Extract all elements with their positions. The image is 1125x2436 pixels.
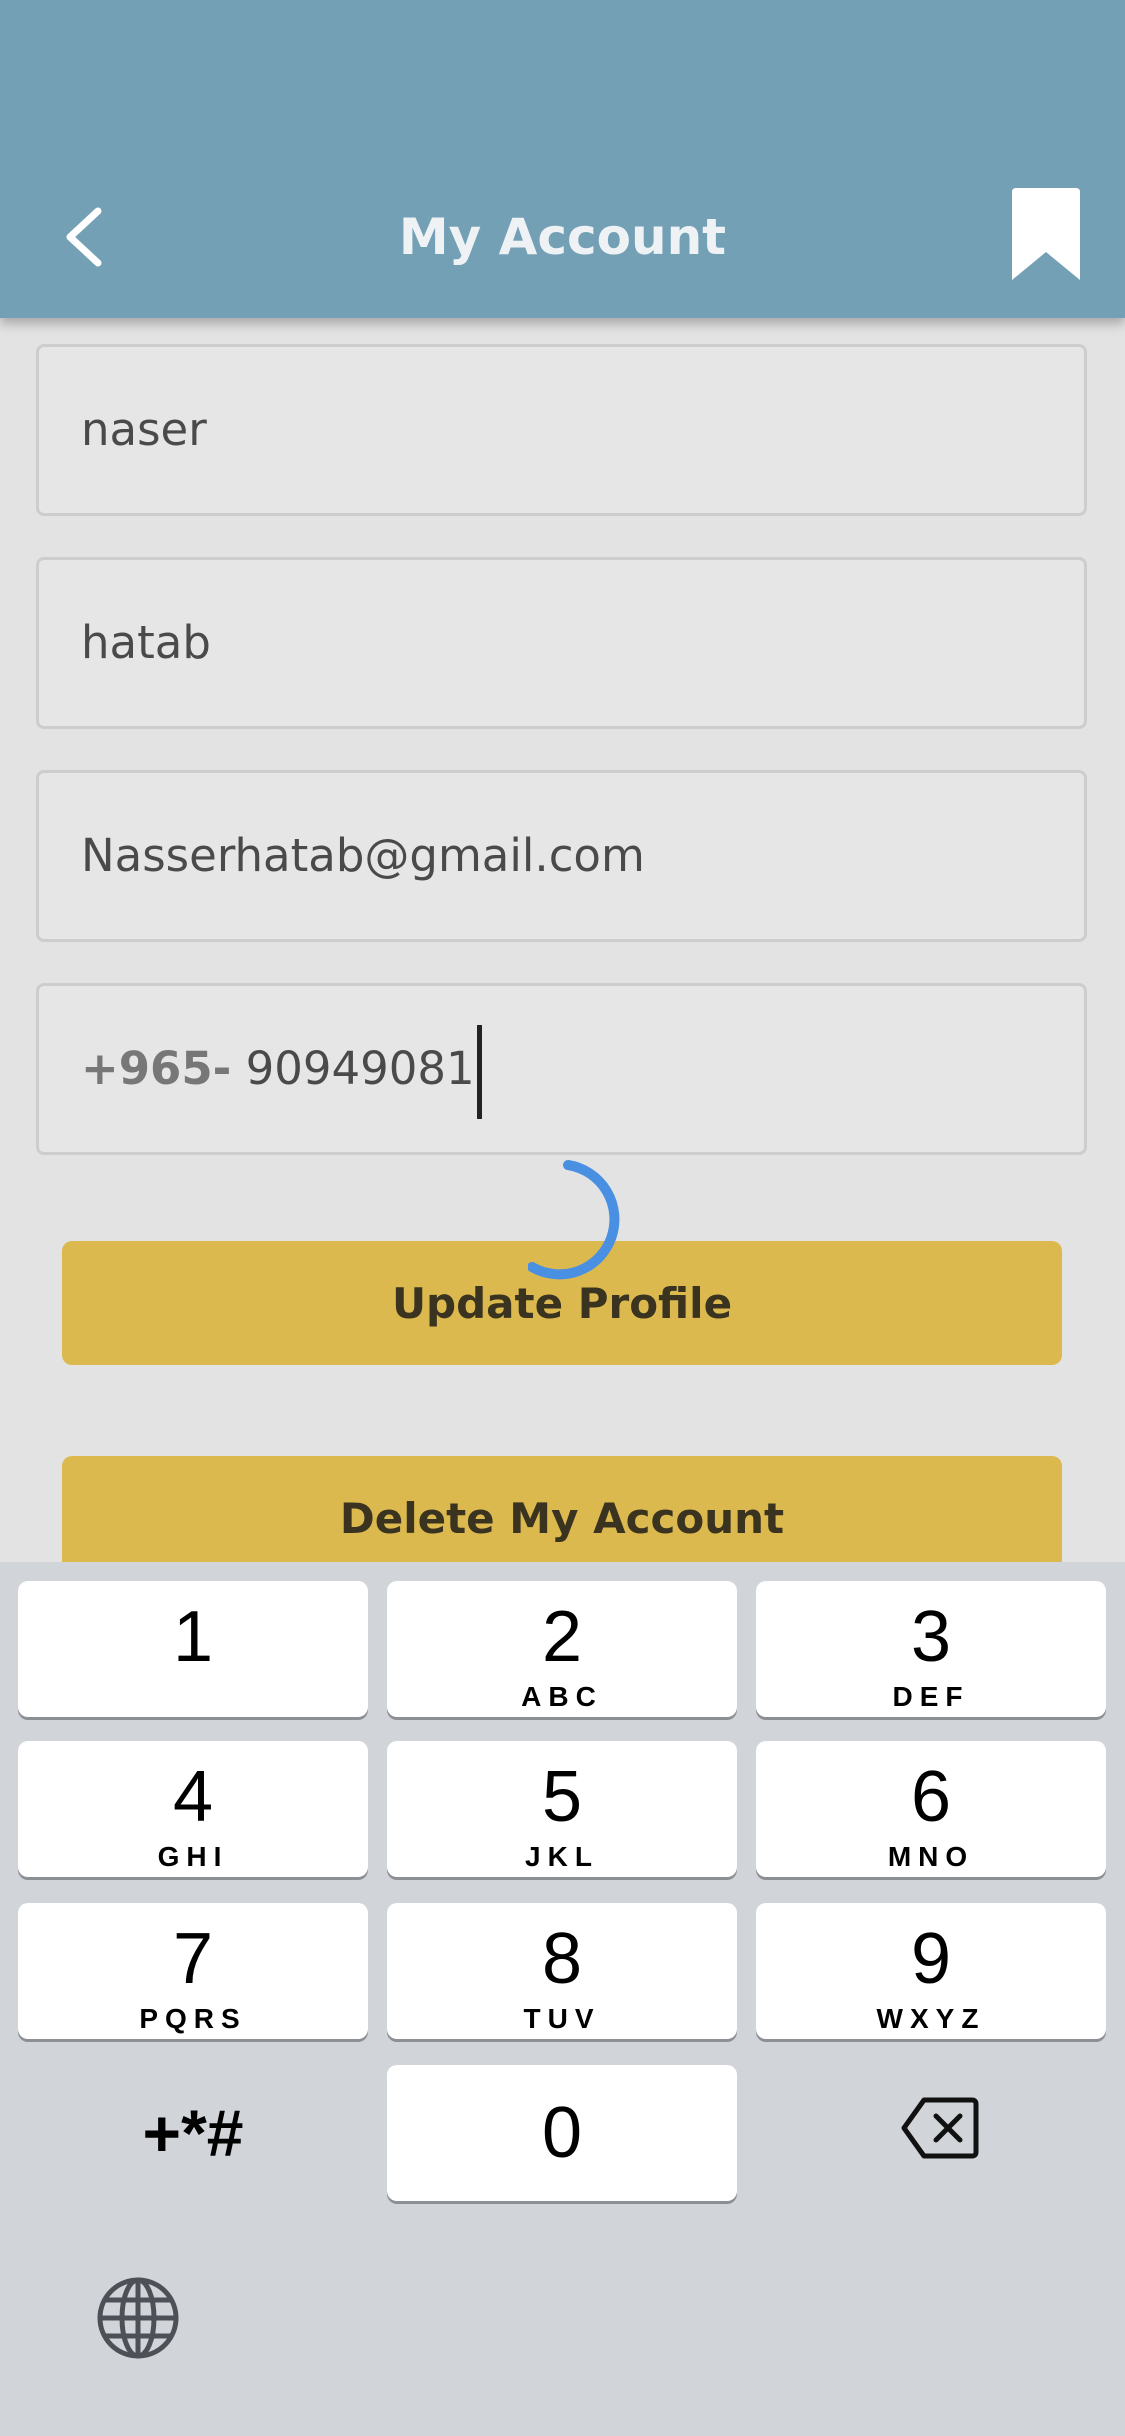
key-letters: PQRS	[139, 2003, 247, 2034]
page-title: My Account	[398, 208, 727, 266]
key-letters: TUV	[523, 2003, 601, 2034]
key-9[interactable]: 9 WXYZ	[756, 1903, 1106, 2039]
email-field[interactable]: Nasserhatab@gmail.com	[36, 770, 1087, 942]
last-name-field[interactable]: hatab	[36, 557, 1087, 729]
key-digit: 8	[541, 1919, 583, 1999]
key-digit: 2	[541, 1597, 583, 1677]
key-5[interactable]: 5 JKL	[387, 1741, 737, 1877]
key-8[interactable]: 8 TUV	[387, 1903, 737, 2039]
email-value: Nasserhatab@gmail.com	[81, 829, 645, 882]
key-letters: WXYZ	[876, 2003, 986, 2034]
phone-content: +965- 90949081	[81, 986, 482, 1152]
backspace-icon[interactable]	[900, 2096, 980, 2160]
loading-spinner-icon	[528, 1160, 620, 1280]
key-digit: 3	[910, 1597, 952, 1677]
phone-prefix: +965-	[81, 1042, 232, 1095]
phone-field[interactable]: +965- 90949081	[36, 983, 1087, 1155]
key-digit: 7	[172, 1919, 214, 1999]
key-letters: MNO	[887, 1841, 975, 1872]
key-letters: JKL	[525, 1841, 599, 1872]
key-4[interactable]: 4 GHI	[18, 1741, 368, 1877]
phone-number-value: 90949081	[245, 1042, 475, 1095]
key-letters: ABC	[521, 1681, 603, 1712]
nav-header: My Account	[0, 0, 1125, 318]
key-digit: 9	[910, 1919, 952, 1999]
symbols-key[interactable]: +*#	[18, 2065, 368, 2201]
bookmark-icon[interactable]	[1010, 188, 1082, 282]
key-digit: 1	[172, 1597, 214, 1677]
key-digit: 0	[541, 2093, 583, 2173]
key-digit: 4	[172, 1757, 214, 1837]
key-6[interactable]: 6 MNO	[756, 1741, 1106, 1877]
key-7[interactable]: 7 PQRS	[18, 1903, 368, 2039]
key-digit: 5	[541, 1757, 583, 1837]
key-2[interactable]: 2 ABC	[387, 1581, 737, 1717]
first-name-field[interactable]: naser	[36, 344, 1087, 516]
symbols-label: +*#	[142, 2096, 244, 2170]
key-letters: DEF	[892, 1681, 970, 1712]
key-digit: 6	[910, 1757, 952, 1837]
globe-icon[interactable]	[96, 2276, 180, 2360]
key-letters: GHI	[157, 1841, 229, 1872]
key-1[interactable]: 1	[18, 1581, 368, 1717]
key-3[interactable]: 3 DEF	[756, 1581, 1106, 1717]
last-name-value: hatab	[81, 616, 211, 669]
first-name-value: naser	[81, 403, 207, 456]
text-cursor	[476, 1025, 482, 1119]
key-0[interactable]: 0	[387, 2065, 737, 2201]
